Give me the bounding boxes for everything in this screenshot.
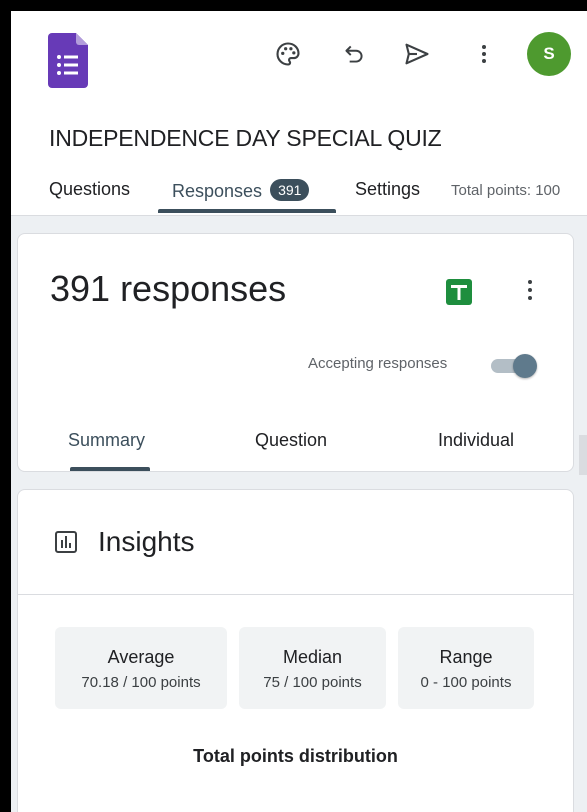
insights-chart-icon bbox=[55, 531, 77, 553]
responses-count-badge: 391 bbox=[270, 179, 310, 201]
active-subtab-indicator bbox=[70, 467, 150, 471]
responses-count-title: 391 responses bbox=[50, 268, 287, 309]
tab-settings[interactable]: Settings bbox=[355, 179, 420, 200]
google-forms-logo-icon[interactable] bbox=[48, 33, 88, 88]
stat-average-label: Average bbox=[107, 647, 175, 667]
more-vert-icon[interactable] bbox=[518, 276, 542, 304]
stat-median: Median 75 / 100 points bbox=[239, 627, 386, 709]
app-frame: S INDEPENDENCE DAY SPECIAL QUIZ Question… bbox=[11, 11, 587, 812]
tab-questions-label: Questions bbox=[49, 179, 131, 199]
tab-responses-label: Responses bbox=[172, 181, 263, 201]
scrollbar[interactable] bbox=[579, 435, 587, 475]
insights-header: Insights bbox=[18, 490, 573, 595]
tab-settings-label: Settings bbox=[355, 179, 421, 199]
stat-range-label: Range bbox=[439, 647, 493, 667]
stat-range-value: 0 - 100 points bbox=[420, 674, 512, 691]
palette-icon[interactable] bbox=[271, 37, 305, 71]
insights-card: Insights Average 70.18 / 100 points Medi… bbox=[17, 489, 574, 812]
send-icon[interactable] bbox=[400, 37, 434, 71]
subtab-summary[interactable]: Summary bbox=[68, 430, 145, 451]
stat-median-value: 75 / 100 points bbox=[263, 674, 362, 691]
stat-average: Average 70.18 / 100 points bbox=[55, 627, 227, 709]
toggle-knob bbox=[513, 354, 537, 378]
total-points-label: Total points: 100 bbox=[451, 182, 561, 199]
content-area: 391 responses Accepting responses Summar… bbox=[11, 216, 587, 812]
accepting-responses-toggle[interactable] bbox=[491, 352, 539, 380]
tab-bar: Questions Responses 391 Settings Total po… bbox=[11, 171, 587, 216]
insights-title: Insights bbox=[98, 526, 195, 557]
form-title: INDEPENDENCE DAY SPECIAL QUIZ bbox=[49, 125, 442, 151]
more-vert-icon[interactable] bbox=[467, 37, 501, 71]
avatar[interactable]: S bbox=[527, 32, 571, 76]
subtab-individual[interactable]: Individual bbox=[438, 430, 514, 451]
undo-icon[interactable] bbox=[337, 37, 371, 71]
tab-questions[interactable]: Questions bbox=[49, 179, 130, 200]
avatar-letter: S bbox=[543, 44, 555, 63]
active-tab-indicator bbox=[158, 209, 336, 213]
sheets-icon[interactable] bbox=[446, 279, 472, 305]
top-bar: S bbox=[11, 11, 587, 121]
responses-card: 391 responses Accepting responses Summar… bbox=[17, 233, 574, 472]
accepting-responses-label: Accepting responses bbox=[308, 355, 448, 372]
distribution-title: Total points distribution bbox=[193, 746, 398, 766]
stat-average-value: 70.18 / 100 points bbox=[81, 674, 201, 691]
stat-median-label: Median bbox=[282, 647, 343, 667]
tab-responses[interactable]: Responses 391 bbox=[172, 179, 310, 202]
stat-range: Range 0 - 100 points bbox=[398, 627, 534, 709]
subtab-question[interactable]: Question bbox=[255, 430, 327, 451]
